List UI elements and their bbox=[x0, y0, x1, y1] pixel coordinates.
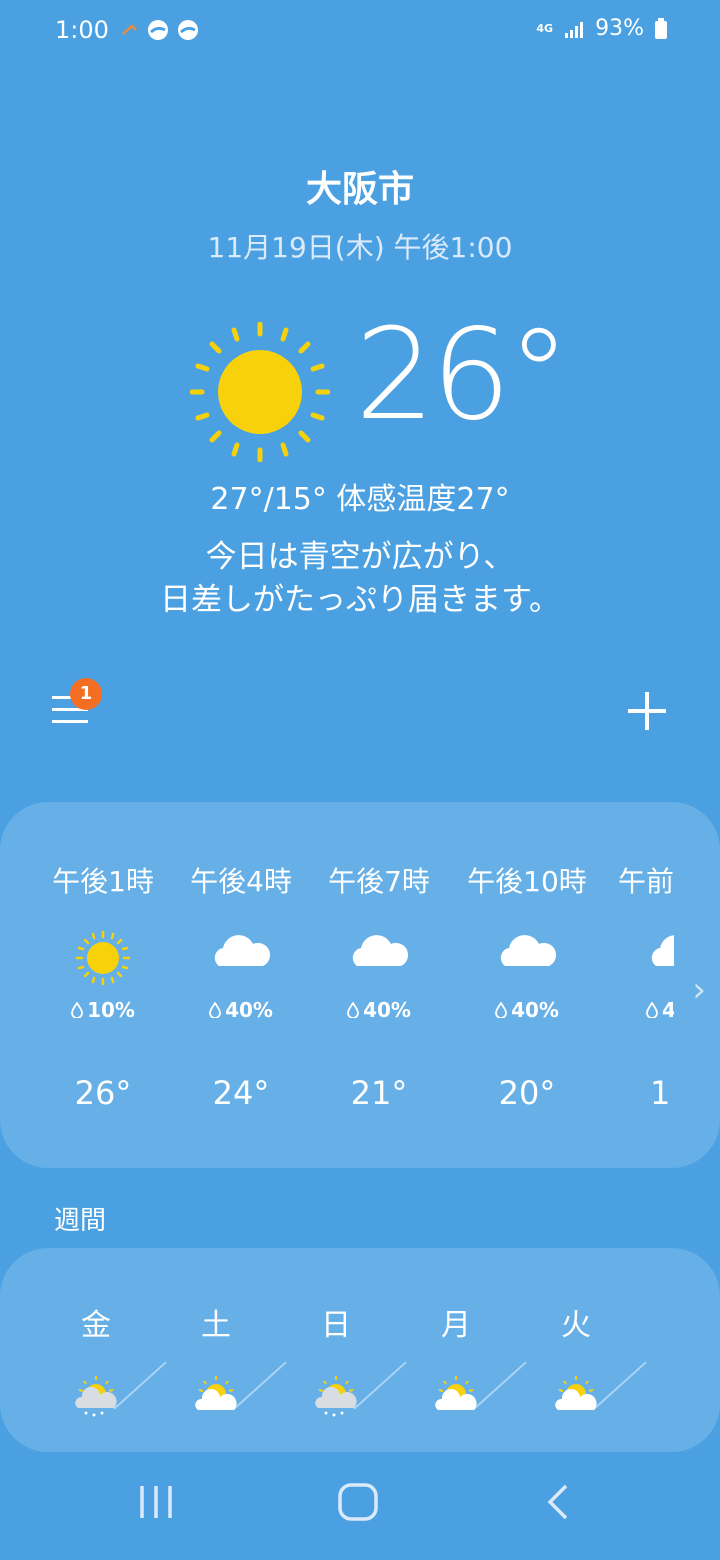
partly-sunny-icon bbox=[435, 1376, 477, 1410]
battery-icon bbox=[655, 17, 667, 39]
hour-temperature: 26° bbox=[74, 1074, 132, 1112]
partly-sunny-rain-icon bbox=[315, 1376, 357, 1417]
hourly-forecast-card[interactable]: 午後1時 10% 26° 午後4時 40% 24° 午後7時 40% 21° 午… bbox=[0, 802, 720, 1168]
recent-apps-button[interactable] bbox=[136, 1480, 176, 1524]
raindrop-icon bbox=[71, 1002, 83, 1018]
hour-label: 午後1時 bbox=[52, 865, 154, 898]
description-line: 今日は青空が広がり、 bbox=[205, 539, 515, 575]
city-name: 大阪市 bbox=[305, 169, 414, 210]
hour-temperature: 1 bbox=[650, 1074, 671, 1112]
sunny-icon bbox=[190, 322, 330, 462]
notification-icons bbox=[120, 18, 200, 42]
weekday-label: 火 bbox=[561, 1308, 591, 1343]
weekly-section-title: 週間 bbox=[54, 1206, 107, 1236]
hour-label: 午後4時 bbox=[190, 865, 292, 898]
battery-percent: 93% bbox=[595, 16, 644, 41]
weekday-label: 月 bbox=[441, 1308, 471, 1343]
precipitation: 40% bbox=[462, 998, 592, 1022]
menu-icon bbox=[52, 720, 88, 723]
hour-label: 午後7時 bbox=[328, 865, 430, 898]
hour-temperature: 24° bbox=[212, 1074, 270, 1112]
cloud-icon bbox=[651, 935, 674, 966]
partly-sunny-rain-icon bbox=[75, 1376, 117, 1417]
raindrop-icon bbox=[347, 1002, 359, 1018]
precipitation: 40% bbox=[314, 998, 444, 1022]
raindrop-icon bbox=[646, 1002, 658, 1018]
precipitation: 10% bbox=[38, 998, 168, 1022]
precipitation: 40% bbox=[176, 998, 306, 1022]
chevron-right-icon[interactable]: › bbox=[692, 970, 706, 1010]
weekday-label: 日 bbox=[321, 1308, 351, 1343]
hour-label: 午後10時 bbox=[467, 865, 587, 898]
description-line: 日差しがたっぷり届きます。 bbox=[160, 582, 560, 618]
app-notification-icon bbox=[178, 20, 198, 40]
temp-range-feels-like: 27°/15° 体感温度27° bbox=[210, 482, 510, 517]
navigation-bar bbox=[0, 1452, 720, 1560]
hour-temperature: 21° bbox=[350, 1074, 408, 1112]
weekday-label: 金 bbox=[81, 1308, 111, 1343]
partly-sunny-icon bbox=[555, 1376, 597, 1410]
add-location-button[interactable] bbox=[626, 690, 668, 732]
app-notification-icon bbox=[148, 20, 168, 40]
sunny-icon bbox=[75, 930, 131, 986]
signal-icon bbox=[565, 21, 584, 38]
partly-sunny-icon bbox=[195, 1376, 237, 1410]
raindrop-icon bbox=[495, 1002, 507, 1018]
status-time: 1:00 bbox=[55, 16, 109, 44]
missed-call-icon bbox=[122, 24, 137, 35]
cloud-icon bbox=[214, 935, 271, 966]
hour-temperature: 20° bbox=[498, 1074, 556, 1112]
hour-label: 午前 bbox=[618, 865, 674, 898]
weekday-label: 土 bbox=[201, 1308, 231, 1343]
weather-description: 今日は青空が広がり、 日差しがたっぷり届きます。 bbox=[0, 536, 720, 622]
raindrop-icon bbox=[209, 1002, 221, 1018]
current-temperature: 26° bbox=[355, 301, 570, 448]
notification-badge: 1 bbox=[70, 678, 102, 710]
network-type: 4G bbox=[536, 22, 554, 35]
precipitation: 4 bbox=[618, 998, 674, 1022]
status-bar: 1:00 4G 93% bbox=[0, 0, 720, 60]
weekly-forecast-card[interactable]: 金 土 日 月 火 bbox=[0, 1248, 720, 1452]
cloud-icon bbox=[352, 935, 409, 966]
back-button[interactable] bbox=[542, 1480, 576, 1524]
status-right: 4G 93% bbox=[536, 16, 668, 41]
hourly-forecast-list[interactable]: 午後1時 10% 26° 午後4時 40% 24° 午後7時 40% 21° 午… bbox=[38, 802, 674, 1168]
update-datetime: 11月19日(木) 午後1:00 bbox=[207, 231, 513, 264]
home-button[interactable] bbox=[336, 1480, 380, 1524]
cloud-icon bbox=[500, 935, 557, 966]
